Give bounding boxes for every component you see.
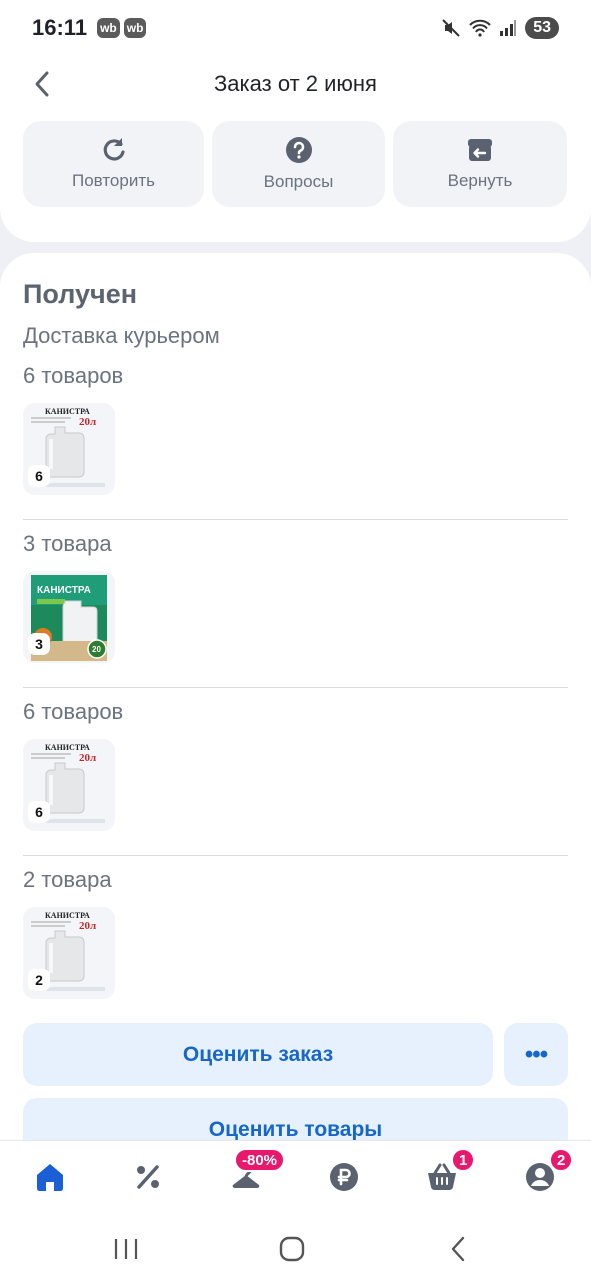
back-chevron-icon [451,1236,465,1262]
action-buttons: Повторить Вопросы Вернуть [23,121,567,207]
sale-badge: -80% [234,1148,286,1172]
questions-label: Вопросы [263,172,334,191]
profile-badge: 2 [549,1148,574,1172]
status-bar: 16:11 wb wb 53 [0,0,591,56]
product-volume: 20л [79,752,96,764]
product-group: 6 товаров КАНИСТРА 20л 6 [23,363,568,495]
page-title: Заказ от 2 июня [214,71,377,96]
product-volume: 20л [79,416,96,428]
bottom-navigation: -80% 1 2 [0,1140,591,1212]
system-navigation-bar [0,1212,591,1280]
more-options-button[interactable]: ••• [504,1023,568,1086]
signal-icon [500,20,517,36]
return-button[interactable]: Вернуть [393,121,567,207]
wifi-icon [469,19,491,37]
return-icon [468,139,492,161]
product-quantity: 6 [28,801,50,823]
rate-order-button[interactable]: Оценить заказ [23,1023,493,1086]
product-quantity: 6 [28,465,50,487]
product-group-count: 3 товара [23,531,112,556]
product-label-text: КАНИСТРА [45,911,90,920]
order-header-card: Заказ от 2 июня Повторить Вопросы Вернут… [0,56,591,242]
questions-button[interactable]: Вопросы [212,121,385,207]
divider [23,855,568,856]
ruble-icon [330,1163,358,1191]
return-label: Вернуть [447,171,513,190]
product-group-count: 6 товаров [23,363,124,388]
mute-icon [442,19,460,37]
repeat-label: Повторить [72,171,155,190]
product-group-count: 2 товара [23,867,112,892]
system-back-button[interactable] [438,1234,478,1264]
chevron-left-icon [35,71,49,97]
order-details-card: Получен Доставка курьером 6 товаров КАНИ… [0,253,591,1161]
delivery-method: Доставка курьером [23,323,220,348]
product-quantity: 2 [28,969,50,991]
divider [23,519,568,520]
nav-home[interactable] [30,1157,70,1197]
home-button[interactable] [272,1234,312,1264]
product-label-text: КАНИСТРА [45,407,90,416]
discount-icon [137,1165,159,1189]
status-time: 16:11 [32,15,88,40]
product-thumbnail[interactable]: КАНИСТРА 20л 6 [23,403,115,495]
battery-indicator: 53 [525,17,559,39]
product-quantity: 3 [28,633,50,655]
wb-app-badge: wb [123,18,147,38]
product-label-text: КАНИСТРА [45,743,90,752]
nav-discounts[interactable] [128,1157,168,1197]
recent-apps-button[interactable] [106,1234,146,1264]
product-group: 3 товара КАНИСТРА 20 3 [23,531,568,663]
product-group-count: 6 товаров [23,699,124,724]
repeat-button[interactable]: Повторить [23,121,204,207]
product-volume: 20л [79,920,96,932]
product-volume: 20 [92,645,101,654]
recent-apps-icon [114,1239,138,1259]
repeat-icon [103,138,125,161]
status-icons: 53 [441,17,559,39]
product-group: 6 товаров КАНИСТРА 20л 6 [23,699,568,831]
order-status: Получен [23,279,138,309]
nav-finance[interactable] [324,1157,364,1197]
product-thumbnail[interactable]: КАНИСТРА 20л 6 [23,739,115,831]
basket-badge: 1 [451,1148,476,1172]
question-icon [285,137,312,163]
product-label-text: КАНИСТРА [37,585,91,596]
product-thumbnail[interactable]: КАНИСТРА 20 3 [23,571,115,663]
product-thumbnail[interactable]: КАНИСТРА 20л 2 [23,907,115,999]
back-button[interactable] [24,66,60,102]
divider [23,687,568,688]
home-circle-icon [279,1236,305,1262]
wb-app-badge: wb [97,18,120,38]
product-group: 2 товара КАНИСТРА 20л 2 [23,867,568,999]
header: Заказ от 2 июня [0,56,591,112]
home-icon [37,1164,63,1191]
